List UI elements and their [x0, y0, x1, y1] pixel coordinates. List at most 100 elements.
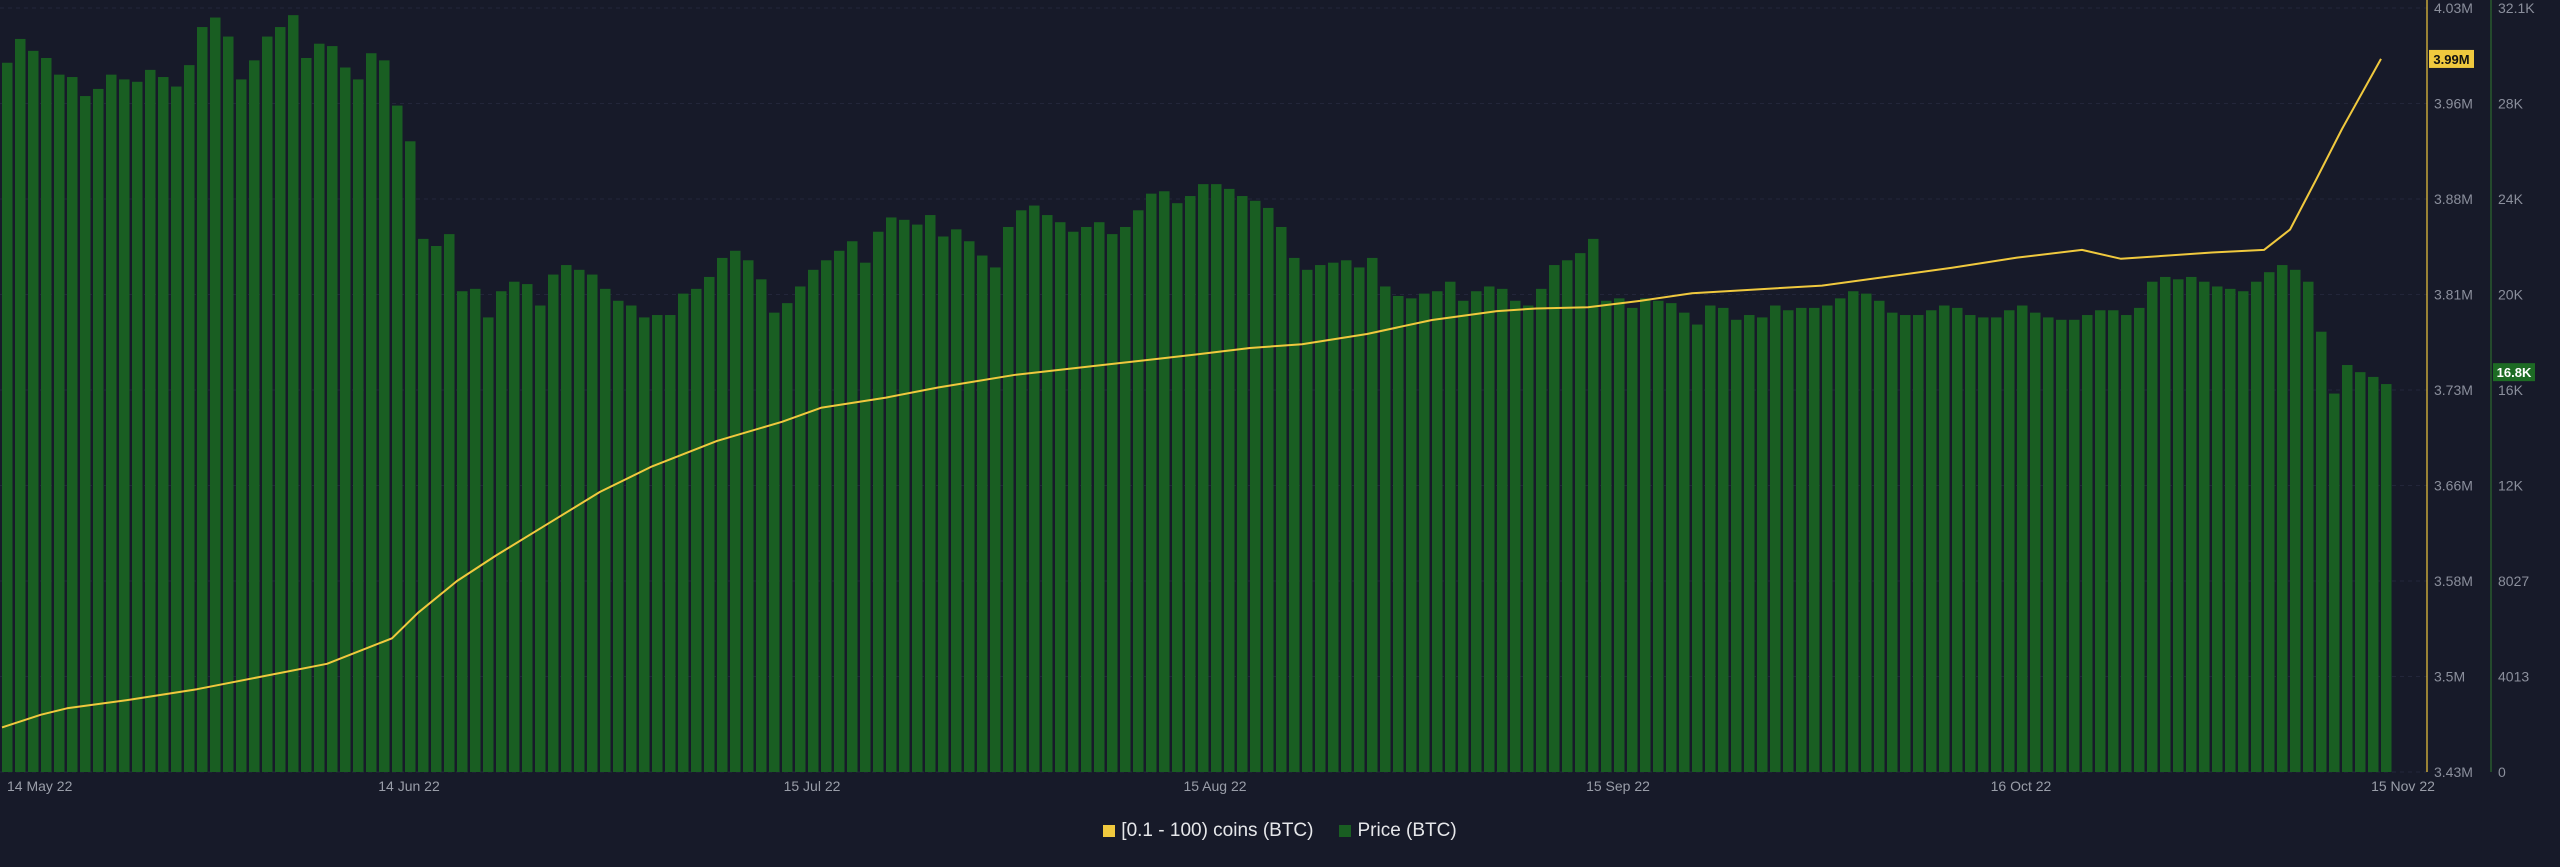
price-bar: [951, 229, 962, 772]
price-bar: [2056, 319, 2067, 772]
price-bar: [2251, 281, 2262, 772]
price-bar: [1536, 288, 1547, 772]
price-bar: [782, 303, 793, 772]
price-bar: [652, 315, 663, 772]
price-bar: [392, 105, 403, 772]
price-bar: [2303, 281, 2314, 772]
price-bar: [1068, 231, 1079, 773]
price-bar: [1900, 315, 1911, 772]
price-bar: [834, 250, 845, 772]
price-bar: [197, 27, 208, 772]
price-bar: [1848, 291, 1859, 772]
price-bar: [1965, 315, 1976, 772]
price-bar: [2173, 279, 2184, 772]
legend-swatch-coins: [1103, 825, 1116, 837]
price-bar: [145, 69, 156, 773]
price-bar: [938, 236, 949, 773]
price-bar: [1497, 288, 1508, 772]
price-bar: [2381, 384, 2392, 772]
price-bar: [639, 317, 650, 772]
price-bar: [470, 288, 481, 772]
price-bar: [288, 15, 299, 772]
price-bar: [2134, 307, 2145, 772]
price-bar: [1835, 298, 1846, 772]
price-bar: [1354, 267, 1365, 772]
price-bar: [574, 269, 585, 772]
price-bar: [2238, 291, 2249, 772]
right-axis-tick: 8027: [2498, 573, 2529, 589]
price-bar: [1016, 210, 1027, 772]
price-bar: [1471, 291, 1482, 772]
price-bar: [1809, 307, 1820, 772]
price-bar: [2108, 310, 2119, 772]
price-bar: [1549, 265, 1560, 772]
price-bar: [1458, 300, 1469, 772]
legend-label-coins: [0.1 - 100) coins (BTC): [1121, 820, 1314, 841]
price-bar: [743, 260, 754, 772]
price-bar: [2147, 281, 2158, 772]
price-bar: [769, 312, 780, 772]
right-axis-labels: 32.1K 28K 24K 20K 16K 12K 8027 4013 0: [2498, 0, 2535, 780]
price-bar: [1562, 260, 1573, 772]
price-bar: [561, 265, 572, 772]
price-bar: [1224, 188, 1235, 772]
x-axis-labels: 14 May 22 14 Jun 22 15 Jul 22 15 Aug 22 15 S…: [7, 778, 2435, 794]
price-bar: [2212, 286, 2223, 772]
price-bar: [1705, 305, 1716, 772]
price-bar: [899, 219, 910, 772]
price-bar: [1445, 281, 1456, 772]
price-bar: [1757, 317, 1768, 772]
legend-item-price[interactable]: Price (BTC): [1339, 820, 1457, 842]
price-bar: [2121, 315, 2132, 772]
price-bar: [262, 36, 273, 773]
left-axis-tick: 3.88M: [2434, 191, 2473, 207]
price-bar: [1718, 307, 1729, 772]
price-bar: [2329, 393, 2340, 772]
price-bar: [1692, 324, 1703, 772]
price-bar: [613, 300, 624, 772]
price-bar: [886, 217, 897, 772]
price-bar: [171, 86, 182, 772]
price-bar: [1042, 215, 1053, 772]
price-bar: [1744, 315, 1755, 772]
price-bar: [314, 43, 325, 773]
price-bar: [1822, 305, 1833, 772]
price-bar: [665, 315, 676, 772]
price-bar: [600, 288, 611, 772]
right-axis-tick: 24K: [2498, 191, 2524, 207]
price-bar: [418, 238, 429, 773]
price-bar: [2095, 310, 2106, 772]
price-bar: [132, 81, 143, 773]
coins-current-value: 3.99M: [2433, 52, 2469, 67]
price-bar: [2277, 265, 2288, 772]
price-bar: [1770, 305, 1781, 772]
price-bar: [236, 79, 247, 773]
x-axis-tick: 15 Jul 22: [784, 778, 841, 794]
price-bar: [1484, 286, 1495, 772]
price-bar: [2069, 319, 2080, 772]
price-bar: [431, 246, 442, 772]
right-axis-tick: 32.1K: [2498, 0, 2535, 16]
price-bar: [80, 96, 91, 772]
legend-item-coins[interactable]: [0.1 - 100) coins (BTC): [1103, 820, 1313, 842]
x-axis-tick: 14 May 22: [7, 778, 73, 794]
price-bar: [1159, 191, 1170, 773]
price-bar: [1237, 196, 1248, 773]
price-bar: [1276, 226, 1287, 773]
price-bar: [1419, 293, 1430, 772]
price-bar: [301, 57, 312, 772]
price-bar: [2, 62, 13, 772]
price-bar: [158, 77, 169, 773]
price-bar: [1640, 298, 1651, 772]
price-bar: [1107, 234, 1118, 772]
left-axis-tick: 3.5M: [2434, 669, 2465, 685]
price-bar: [223, 36, 234, 773]
price-bars: [2, 15, 2392, 773]
price-bar: [1172, 203, 1183, 773]
price-bar: [210, 17, 221, 772]
x-axis-tick: 15 Sep 22: [1586, 778, 1650, 794]
price-bar: [2225, 288, 2236, 772]
price-bar: [1211, 184, 1222, 772]
price-bar: [41, 57, 52, 772]
price-bar: [1783, 310, 1794, 772]
